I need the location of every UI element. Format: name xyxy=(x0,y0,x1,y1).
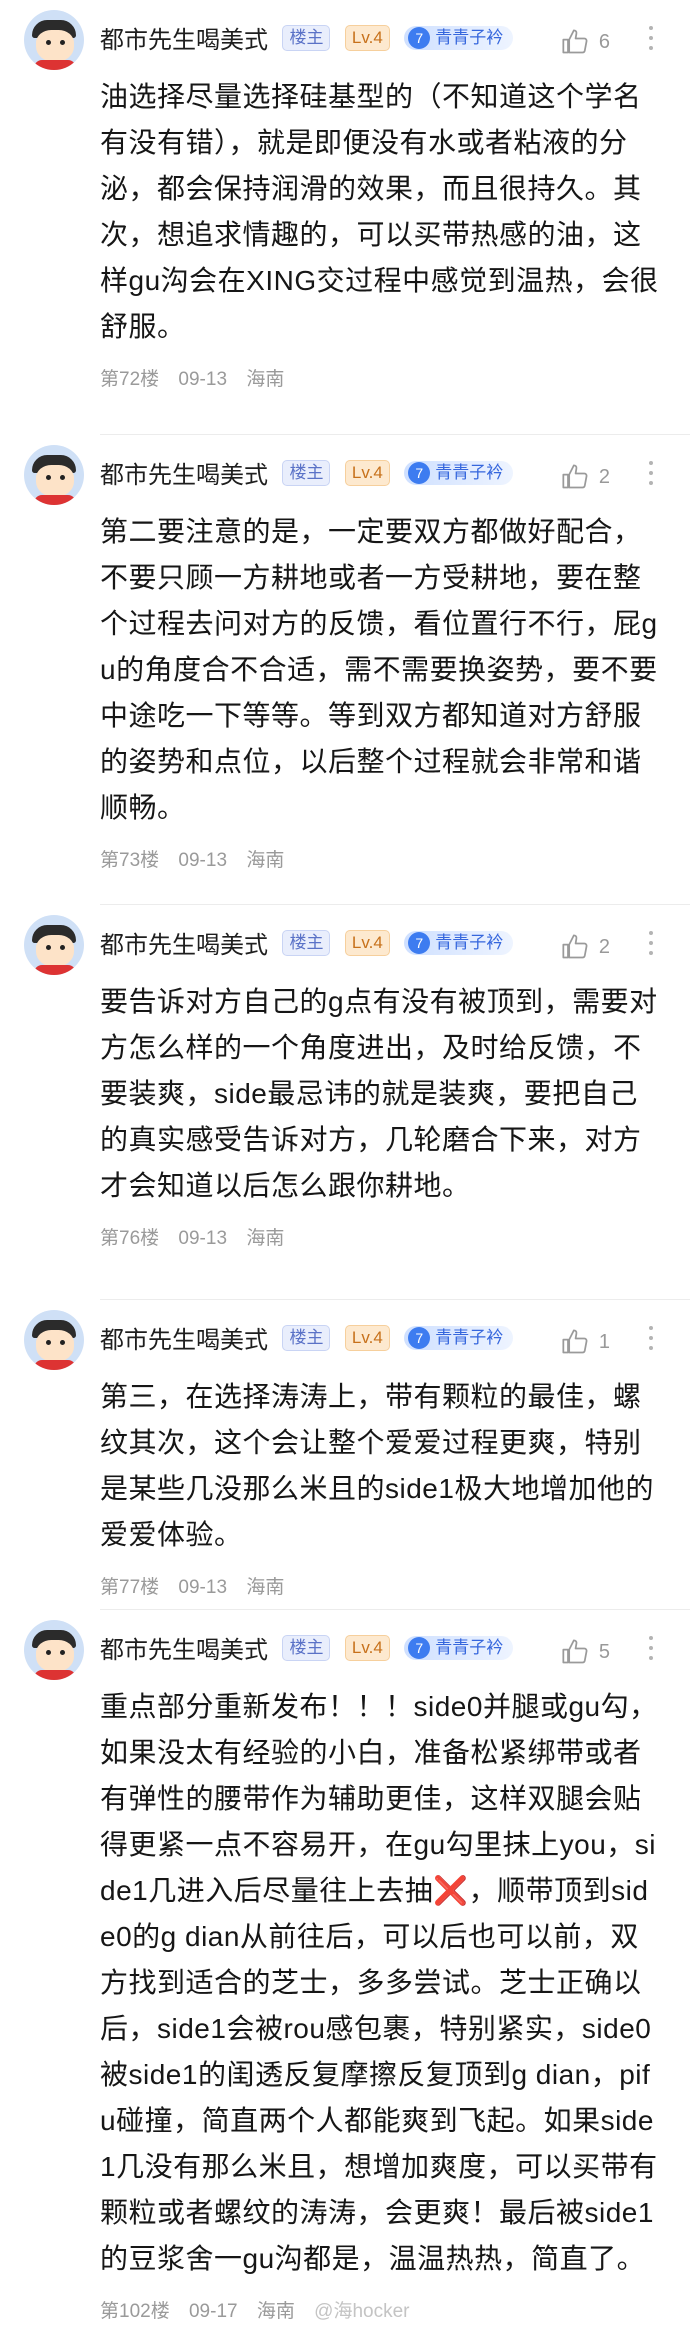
floor-number: 第73楼 xyxy=(100,850,160,871)
username[interactable]: 都市先生喝美式 xyxy=(100,1327,268,1354)
reply-content: 第二要注意的是，一定要双方都做好配合，不要只顾一方耕地或者一方受耕地，要在整个过… xyxy=(100,516,658,823)
owner-badge: 楼主 xyxy=(282,929,331,956)
level-badge: Lv.4 xyxy=(344,1634,390,1661)
floor-number: 第72楼 xyxy=(100,369,160,390)
reply-location: 海南 xyxy=(246,1577,285,1598)
reply-meta: 第76楼 09-13 海南 xyxy=(100,1223,660,1276)
avatar[interactable] xyxy=(24,1620,84,1680)
owner-badge: 楼主 xyxy=(282,1634,331,1661)
reply-feed: 都市先生喝美式 楼主 Lv.4 7 青青子衿 6 油选择尽量选择硅基型的（不知道这… xyxy=(0,0,690,2330)
reply-date: 09-13 xyxy=(178,1228,228,1249)
reply-header: 都市先生喝美式 楼主 Lv.4 7 青青子衿 5 xyxy=(24,1610,660,1680)
fan-level: 7 xyxy=(408,461,431,484)
reply-content: 要告诉对方自己的g点有没有被顶到，需要对方怎么样的一个角度进出，及时给反馈，不要… xyxy=(100,986,658,1201)
reply-date: 09-13 xyxy=(178,369,228,390)
fan-badge: 7 青青子衿 xyxy=(404,1635,514,1660)
like-count: 2 xyxy=(598,465,610,488)
more-vertical-icon[interactable] xyxy=(648,1326,654,1354)
reply-meta: 第102楼 09-17 海南 @海hocker xyxy=(100,2296,660,2349)
reply-header: 都市先生喝美式 楼主 Lv.4 7 青青子衿 1 xyxy=(24,1300,660,1370)
fan-level: 7 xyxy=(408,1636,431,1659)
fan-name: 青青子衿 xyxy=(435,462,504,482)
reply-content-part: 重点部分重新发布！！！side0并腿或gu勾，如果没太有经验的小白，准备松紧绑带… xyxy=(100,1691,658,1906)
reply-item: 都市先生喝美式 楼主 Lv.4 7 青青子衿 2 要告诉对方自己的g点有没有被顶到… xyxy=(0,905,690,1300)
floor-number: 第76楼 xyxy=(100,1228,160,1249)
more-vertical-icon[interactable] xyxy=(648,931,654,959)
thumbs-up-icon xyxy=(562,1329,588,1354)
like-count: 2 xyxy=(598,935,610,958)
fan-name: 青青子衿 xyxy=(435,932,504,952)
owner-badge: 楼主 xyxy=(282,1324,331,1351)
reply-header: 都市先生喝美式 楼主 Lv.4 7 青青子衿 6 xyxy=(24,0,660,70)
level-badge: Lv.4 xyxy=(344,24,390,51)
level-badge: Lv.4 xyxy=(344,929,390,956)
level-badge: Lv.4 xyxy=(344,459,390,486)
like-button[interactable]: 6 xyxy=(561,28,610,56)
fan-name: 青青子衿 xyxy=(435,27,504,47)
fan-badge: 7 青青子衿 xyxy=(404,930,514,955)
reply-location: 海南 xyxy=(246,1228,285,1249)
thumbs-up-icon xyxy=(562,464,588,489)
floor-number: 第102楼 xyxy=(100,2301,170,2322)
fan-level: 7 xyxy=(408,26,431,49)
more-vertical-icon[interactable] xyxy=(648,1636,654,1664)
more-vertical-icon[interactable] xyxy=(648,461,654,489)
like-count: 1 xyxy=(598,1330,610,1353)
fan-level: 7 xyxy=(408,1326,431,1349)
like-button[interactable]: 2 xyxy=(561,933,610,961)
reply-location: 海南 xyxy=(256,2301,295,2322)
thumbs-up-icon xyxy=(562,29,588,54)
reply-location: 海南 xyxy=(246,369,285,390)
reply-content: 第三，在选择涛涛上，带有颗粒的最佳，螺纹其次，这个会让整个爱爱过程更爽，特别是某… xyxy=(100,1381,654,1550)
reply-item: 都市先生喝美式 楼主 Lv.4 7 青青子衿 5 重点部分重新发布！！！side0… xyxy=(0,1610,690,2330)
avatar[interactable] xyxy=(24,445,84,505)
fan-name: 青青子衿 xyxy=(435,1327,504,1347)
reply-meta: 第73楼 09-13 海南 xyxy=(100,845,660,898)
username[interactable]: 都市先生喝美式 xyxy=(100,1637,268,1664)
reply-item: 都市先生喝美式 楼主 Lv.4 7 青青子衿 2 第二要注意的是，一定要双方都做好… xyxy=(0,435,690,905)
owner-badge: 楼主 xyxy=(282,459,331,486)
like-button[interactable]: 5 xyxy=(561,1638,610,1666)
username[interactable]: 都市先生喝美式 xyxy=(100,932,268,959)
avatar[interactable] xyxy=(24,10,84,70)
reply-location: 海南 xyxy=(246,850,285,871)
thumbs-up-icon xyxy=(562,934,588,959)
username[interactable]: 都市先生喝美式 xyxy=(100,27,268,54)
reply-content: 油选择尽量选择硅基型的（不知道这个学名有没有错），就是即便没有水或者粘液的分泌，… xyxy=(100,81,659,342)
reply-content: 重点部分重新发布！！！side0并腿或gu勾，如果没太有经验的小白，准备松紧绑带… xyxy=(100,1684,660,2282)
fan-level: 7 xyxy=(408,931,431,954)
like-count: 5 xyxy=(598,1640,610,1663)
avatar[interactable] xyxy=(24,915,84,975)
watermark: @海hocker xyxy=(314,2301,410,2322)
fan-name: 青青子衿 xyxy=(435,1637,504,1657)
username[interactable]: 都市先生喝美式 xyxy=(100,462,268,489)
reply-item: 都市先生喝美式 楼主 Lv.4 7 青青子衿 1 第三，在选择涛涛上，带有颗粒的最… xyxy=(0,1300,690,1610)
thumbs-up-icon xyxy=(562,1639,588,1664)
fan-badge: 7 青青子衿 xyxy=(404,1325,514,1350)
reply-date: 09-13 xyxy=(178,1577,228,1598)
avatar[interactable] xyxy=(24,1310,84,1370)
reply-header: 都市先生喝美式 楼主 Lv.4 7 青青子衿 2 xyxy=(24,435,660,505)
like-button[interactable]: 2 xyxy=(561,463,610,491)
owner-badge: 楼主 xyxy=(282,24,331,51)
fan-badge: 7 青青子衿 xyxy=(404,460,514,485)
level-badge: Lv.4 xyxy=(344,1324,390,1351)
more-vertical-icon[interactable] xyxy=(648,26,654,54)
reply-date: 09-13 xyxy=(178,850,228,871)
cross-mark-icon: ❌ xyxy=(433,1875,469,1906)
fan-badge: 7 青青子衿 xyxy=(404,25,514,50)
reply-header: 都市先生喝美式 楼主 Lv.4 7 青青子衿 2 xyxy=(24,905,660,975)
reply-item: 都市先生喝美式 楼主 Lv.4 7 青青子衿 6 油选择尽量选择硅基型的（不知道这… xyxy=(0,0,690,435)
reply-meta: 第72楼 09-13 海南 xyxy=(100,364,660,417)
reply-content-part: ，顺带顶到side0的g dian从前往后，可以后也可以前，双方找到适合的芝士，… xyxy=(100,1875,658,2274)
like-button[interactable]: 1 xyxy=(561,1328,610,1356)
floor-number: 第77楼 xyxy=(100,1577,160,1598)
reply-date: 09-17 xyxy=(188,2301,238,2322)
like-count: 6 xyxy=(598,30,610,53)
